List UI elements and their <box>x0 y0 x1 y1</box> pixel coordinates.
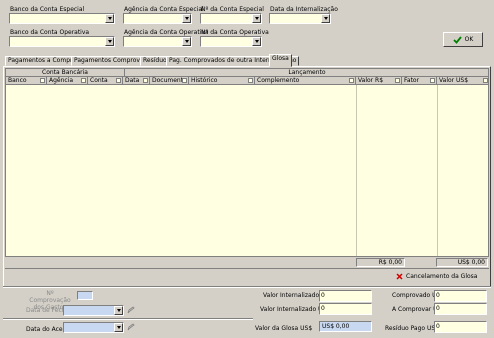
column-header-historico[interactable]: Histórico <box>189 77 255 85</box>
a-comprovar-field[interactable]: 0 <box>434 303 487 315</box>
valor-glosa-label: Valor da Glosa US$ <box>255 325 313 332</box>
glosa-grid[interactable]: Conta Bancária Lançamento Banco Agência … <box>5 68 489 269</box>
column-header-data[interactable]: Data <box>123 77 150 85</box>
column-header-documento[interactable]: Documento <box>150 77 189 85</box>
column-header-banco[interactable]: Banco <box>6 77 47 85</box>
grid-footer: R$ 0,00 US$ 0,00 <box>5 256 489 268</box>
data-aceite-combo[interactable] <box>63 322 124 333</box>
cancel-glosa-button[interactable]: Cancelamento da Glosa <box>396 271 477 281</box>
chevron-down-icon[interactable] <box>114 306 123 315</box>
total-brl: R$ 0,00 <box>356 258 405 267</box>
chevron-down-icon[interactable] <box>114 323 123 332</box>
column-header-conta[interactable]: Conta <box>88 77 123 85</box>
ok-button-label: OK <box>464 36 474 43</box>
banco-especial-combo[interactable] <box>9 13 115 24</box>
valor-internalizado-brl-field[interactable]: 0 <box>319 290 372 302</box>
agencia-especial-label: Agência da Conta Especial <box>124 6 204 13</box>
banco-operativa-combo[interactable] <box>9 36 115 47</box>
total-usd: US$ 0,00 <box>436 258 488 267</box>
checkmark-icon <box>453 35 462 44</box>
valor-glosa-field: US$ 0,00 <box>319 321 372 332</box>
edit-date-icon[interactable] <box>127 323 135 331</box>
red-x-icon <box>396 272 403 280</box>
conta-operativa-combo[interactable] <box>200 36 262 47</box>
column-header-agencia[interactable]: Agência <box>47 77 88 85</box>
data-internalizacao-combo[interactable] <box>269 13 331 24</box>
comprovado-field[interactable]: 0 <box>434 290 487 302</box>
chevron-down-icon[interactable] <box>321 14 330 23</box>
data-fechamento-combo[interactable] <box>63 305 124 316</box>
chevron-down-icon[interactable] <box>105 37 114 46</box>
column-header-valor-usd[interactable]: Valor US$ <box>437 77 488 85</box>
cancel-glosa-label: Cancelamento da Glosa <box>406 272 478 280</box>
n-comprovacao-field <box>77 291 93 300</box>
conta-especial-combo[interactable] <box>200 13 262 24</box>
tab-glosa[interactable]: Glosa <box>269 54 292 67</box>
group-header-lancamento: Lançamento <box>125 69 488 77</box>
chevron-down-icon[interactable] <box>252 37 261 46</box>
chevron-down-icon[interactable] <box>105 14 114 23</box>
banco-especial-label: Banco da Conta Especial <box>10 6 85 13</box>
conta-operativa-label: Nº da Conta Operativa <box>201 29 269 36</box>
banco-operativa-label: Banco da Conta Operativa <box>10 29 90 36</box>
column-header-complemento[interactable]: Complemento <box>255 77 356 85</box>
agencia-operativa-combo[interactable] <box>123 36 192 47</box>
column-header-fator[interactable]: Fator <box>402 77 437 85</box>
residuo-label: Resíduo Pago US$ <box>385 325 440 332</box>
residuo-field[interactable]: 0 <box>434 321 487 333</box>
chevron-down-icon[interactable] <box>182 14 191 23</box>
agencia-operativa-label: Agência da Conta Operativa <box>124 29 209 36</box>
agencia-especial-combo[interactable] <box>123 13 192 24</box>
ok-button[interactable]: OK <box>443 32 483 47</box>
data-internalizacao-label: Data da Internalização <box>270 6 338 13</box>
conta-especial-label: Nº da Conta Especial <box>201 6 264 13</box>
chevron-down-icon[interactable] <box>182 37 191 46</box>
valor-internalizado-usd-field[interactable]: 0 <box>319 303 372 315</box>
chevron-down-icon[interactable] <box>252 14 261 23</box>
column-header-valor-brl[interactable]: Valor R$ <box>356 77 402 85</box>
group-header-conta-bancaria: Conta Bancária <box>6 69 125 77</box>
edit-date-icon[interactable] <box>127 306 135 314</box>
